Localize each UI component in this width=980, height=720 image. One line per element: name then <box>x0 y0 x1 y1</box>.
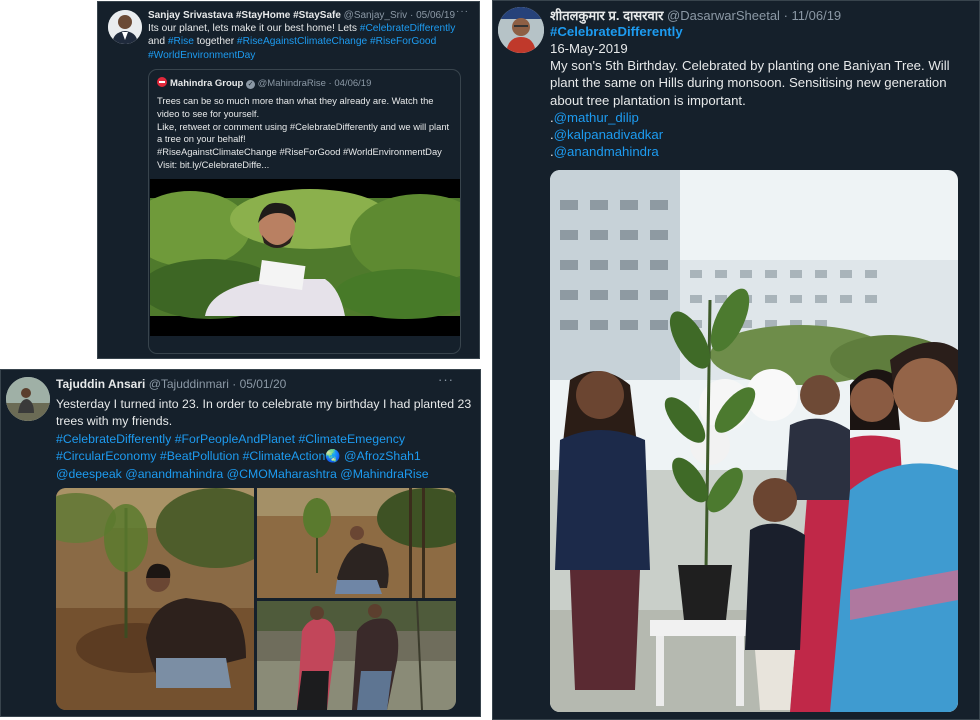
more-icon[interactable]: ··· <box>438 372 454 387</box>
tweet-text: Its our planet, lets make it our best ho… <box>148 23 456 61</box>
quoted-tweet-date[interactable]: 04/06/19 <box>334 78 371 89</box>
tweet-date[interactable]: 05/06/19 <box>416 10 455 21</box>
avatar[interactable] <box>6 377 50 421</box>
quoted-tweet-text: Trees can be so much more than what they… <box>157 95 455 172</box>
author-handle[interactable]: @DasarwarSheetal <box>667 8 780 23</box>
quoted-author-handle[interactable]: @MahindraRise <box>258 78 326 89</box>
mahindra-logo-icon <box>157 77 167 87</box>
hashtag-link[interactable]: #CelebrateDifferently <box>550 23 970 40</box>
tweet-date[interactable]: 11/06/19 <box>792 8 842 23</box>
hashtag-link[interactable]: #WorldEnvironmentDay <box>148 50 255 61</box>
tweet-header: Tajuddin Ansari @Tajuddinmari · 05/01/20 <box>56 377 287 391</box>
photo-grid <box>56 488 456 710</box>
mention-link[interactable]: @kalpanadivadkar <box>554 127 663 142</box>
avatar[interactable] <box>498 7 544 53</box>
mention-link[interactable]: @anandmahindra <box>554 144 659 159</box>
avatar[interactable] <box>108 10 142 44</box>
tweet-header: Sanjay Srivastava #StayHome #StaySafe @S… <box>148 10 456 21</box>
quoted-tweet-header: Mahindra Group ✓ @MahindraRise · 04/06/1… <box>157 77 371 89</box>
quoted-author-name[interactable]: Mahindra Group <box>170 78 243 89</box>
tweet-date[interactable]: 05/01/20 <box>240 377 287 391</box>
photo-planting-1[interactable] <box>56 488 254 710</box>
tweet-card-sheetal[interactable]: शीतलकुमार प्र. दासरवार @DasarwarSheetal … <box>492 0 980 720</box>
tweet-header: शीतलकुमार प्र. दासरवार @DasarwarSheetal … <box>550 8 842 23</box>
photo-planting-3[interactable] <box>257 601 456 710</box>
tweet-card-tajuddin[interactable]: Tajuddin Ansari @Tajuddinmari · 05/01/20… <box>0 369 481 717</box>
mention-line[interactable]: @deespeak @anandmahindra @CMOMaharashtra… <box>56 466 476 483</box>
globe-icon: 🌏 <box>325 449 341 464</box>
video-player[interactable] <box>149 179 460 336</box>
hashtag-link[interactable]: #RiseAgainstClimateChange <box>237 36 367 47</box>
photo-planting-2[interactable] <box>257 488 456 598</box>
verified-icon: ✓ <box>246 80 256 89</box>
author-name[interactable]: Tajuddin Ansari <box>56 377 145 391</box>
quoted-tweet-link[interactable]: Visit: bit.ly/CelebrateDiffe... <box>157 159 455 172</box>
tweet-card-sanjay[interactable]: Sanjay Srivastava #StayHome #StaySafe @S… <box>97 1 480 359</box>
photo-family-planting[interactable] <box>550 170 958 712</box>
mention-link[interactable]: @AfrozShah1 <box>341 449 421 463</box>
hashtag-link[interactable]: #Rise <box>168 36 194 47</box>
hashtag-link[interactable]: #RiseForGood <box>370 36 436 47</box>
author-handle[interactable]: @Tajuddinmari <box>149 377 229 391</box>
author-name[interactable]: शीतलकुमार प्र. दासरवार <box>550 8 663 23</box>
tweet-text: Yesterday I turned into 23. In order to … <box>56 396 476 483</box>
hashtag-link[interactable]: #CelebrateDifferently <box>360 23 456 34</box>
author-handle[interactable]: @Sanjay_Sriv <box>344 10 408 21</box>
tweet-text: #CelebrateDifferently 16-May-2019 My son… <box>550 23 970 160</box>
quoted-tweet[interactable]: Mahindra Group ✓ @MahindraRise · 04/06/1… <box>148 69 461 354</box>
hashtag-line[interactable]: #CelebrateDifferently #ForPeopleAndPlane… <box>56 431 476 448</box>
author-name[interactable]: Sanjay Srivastava #StayHome #StaySafe <box>148 10 341 21</box>
more-icon[interactable]: ··· <box>456 6 469 17</box>
mention-link[interactable]: @mathur_dilip <box>554 110 639 125</box>
hashtag-line[interactable]: #CircularEconomy #BeatPollution #Climate… <box>56 449 325 463</box>
